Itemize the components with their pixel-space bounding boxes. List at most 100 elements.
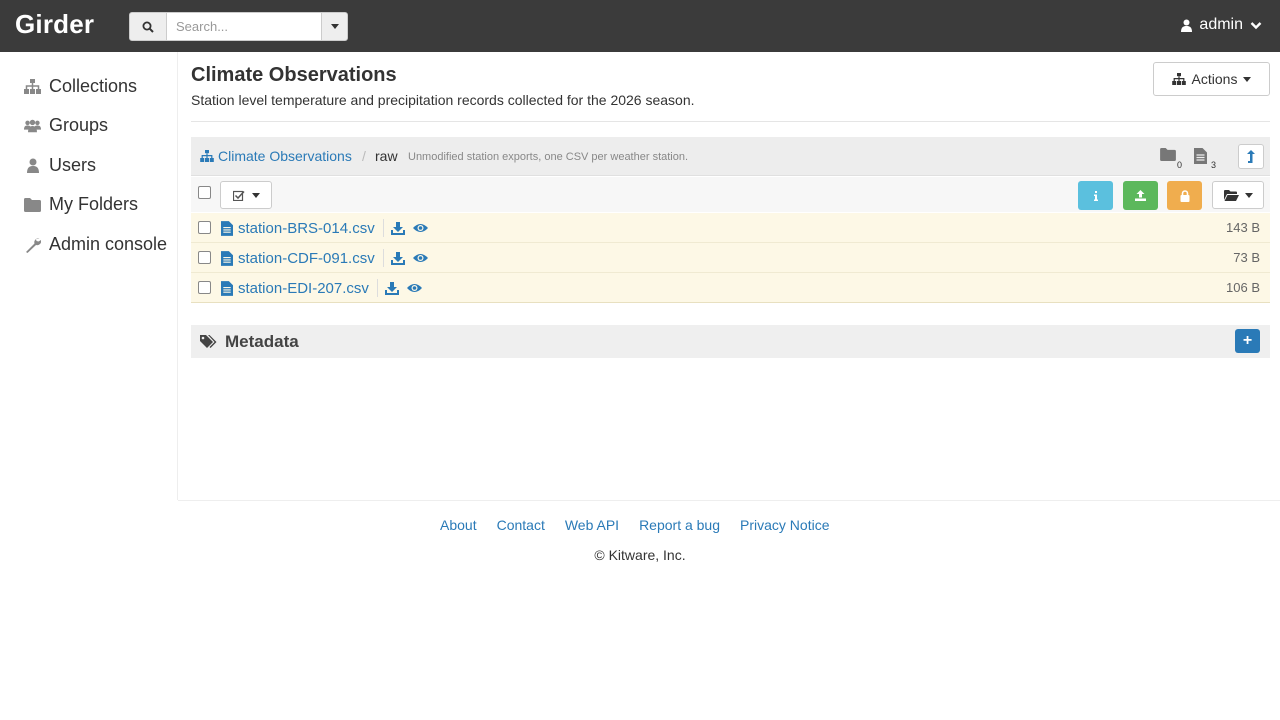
access-control-button[interactable]	[1167, 181, 1202, 210]
top-navbar: Girder admin	[0, 0, 1280, 52]
footer-link-contact[interactable]: Contact	[497, 517, 545, 533]
item-count: 3	[1194, 148, 1216, 170]
sidebar-item-label: Users	[49, 155, 97, 175]
footer-link-privacy[interactable]: Privacy Notice	[740, 517, 829, 533]
sidebar-item-admin-console[interactable]: Admin console	[24, 234, 167, 255]
page-description: Station level temperature and precipitat…	[191, 92, 695, 108]
eye-icon[interactable]	[412, 223, 428, 233]
search-group	[129, 12, 348, 41]
chevron-down-icon	[251, 192, 260, 198]
user-menu[interactable]: admin	[1181, 16, 1262, 34]
copyright: © Kitware, Inc.	[594, 547, 686, 563]
sidebar: Collections Groups Users My Folders Admi…	[0, 52, 178, 500]
folder-icon	[24, 197, 41, 212]
select-all-checkbox[interactable]	[198, 186, 211, 199]
folder-info-button[interactable]	[1078, 181, 1113, 210]
search-icon	[142, 21, 154, 33]
item-link[interactable]: station-EDI-207.csv	[221, 279, 422, 297]
item-list: station-BRS-014.csv 143 B station-CDF-09…	[191, 213, 1270, 303]
metadata-heading: Metadata	[200, 332, 299, 352]
footer-divider	[178, 500, 1280, 501]
actions-label: Actions	[1191, 71, 1238, 87]
subfolder-count: 0	[1160, 148, 1182, 170]
chevron-down-icon	[1244, 192, 1253, 198]
breadcrumb-separator: /	[362, 148, 366, 164]
folder-description: Unmodified station exports, one CSV per …	[408, 151, 689, 163]
sidebar-item-label: Collections	[49, 76, 138, 96]
item-actions	[376, 279, 422, 297]
checked-actions-dropdown[interactable]	[220, 181, 272, 209]
item-link[interactable]: station-BRS-014.csv	[221, 219, 428, 237]
chevron-down-icon	[1243, 76, 1252, 82]
sidebar-item-groups[interactable]: Groups	[24, 115, 108, 136]
item-checkbox[interactable]	[198, 281, 211, 294]
chevron-down-icon	[330, 24, 339, 29]
sidebar-item-label: Admin console	[49, 234, 168, 254]
lock-icon	[1180, 189, 1189, 202]
subfolder-count-value: 0	[1176, 160, 1182, 170]
users-icon	[24, 119, 41, 132]
sitemap-icon	[24, 79, 41, 94]
folder-actions-dropdown[interactable]	[1212, 181, 1264, 209]
item-checkbox[interactable]	[198, 251, 211, 264]
user-icon	[26, 158, 39, 173]
download-icon[interactable]	[390, 221, 405, 235]
list-item: station-BRS-014.csv 143 B	[191, 213, 1270, 243]
list-item: station-CDF-091.csv 73 B	[191, 243, 1270, 273]
add-metadata-button[interactable]: +	[1235, 329, 1260, 353]
page-title: Climate Observations	[191, 64, 397, 86]
item-name: station-EDI-207.csv	[238, 279, 369, 297]
search-mode-dropdown[interactable]	[321, 12, 348, 41]
folder-toolbar	[191, 177, 1270, 212]
folder-open-icon	[1223, 189, 1239, 201]
item-checkbox[interactable]	[198, 221, 211, 234]
username-label: admin	[1199, 16, 1243, 33]
file-icon	[1194, 148, 1207, 164]
footer-link-web-api[interactable]: Web API	[565, 517, 619, 533]
metadata-panel: Metadata +	[191, 325, 1270, 358]
file-text-icon	[221, 250, 233, 266]
user-icon	[1181, 19, 1193, 32]
upload-icon	[1135, 190, 1146, 201]
sidebar-item-my-folders[interactable]: My Folders	[24, 194, 138, 215]
folder-icon	[1160, 148, 1176, 161]
item-size: 73 B	[1233, 250, 1260, 265]
wrench-icon	[25, 237, 41, 253]
eye-icon[interactable]	[412, 253, 428, 263]
chevron-down-icon	[1250, 21, 1262, 29]
download-icon[interactable]	[384, 281, 399, 295]
search-button[interactable]	[129, 12, 167, 41]
breadcrumb-root-link[interactable]: Climate Observations	[200, 148, 352, 164]
eye-icon[interactable]	[406, 283, 422, 293]
info-icon	[1093, 190, 1098, 201]
breadcrumb-root-label: Climate Observations	[218, 148, 352, 164]
footer-link-about[interactable]: About	[440, 517, 477, 533]
sidebar-item-label: Groups	[49, 115, 109, 135]
item-count-value: 3	[1210, 160, 1216, 170]
folder-counts: 0 3	[1160, 148, 1216, 170]
brand-logo[interactable]: Girder	[15, 9, 94, 40]
parent-folder-button[interactable]	[1238, 144, 1264, 169]
breadcrumb: Climate Observations / raw Unmodified st…	[191, 137, 1270, 176]
item-actions	[382, 219, 428, 237]
item-size: 143 B	[1226, 220, 1260, 235]
item-size: 106 B	[1226, 280, 1260, 295]
breadcrumb-current: raw	[375, 148, 398, 164]
item-actions	[382, 249, 428, 267]
file-text-icon	[221, 280, 233, 296]
check-square-icon	[232, 190, 245, 201]
footer-links: About Contact Web API Report a bug Priva…	[440, 517, 829, 533]
sidebar-item-users[interactable]: Users	[24, 155, 96, 176]
sitemap-icon	[1171, 73, 1186, 85]
sidebar-item-collections[interactable]: Collections	[24, 76, 137, 97]
metadata-title: Metadata	[225, 332, 299, 351]
download-icon[interactable]	[390, 251, 405, 265]
sitemap-icon	[200, 150, 214, 162]
upload-button[interactable]	[1123, 181, 1158, 210]
footer-link-report-bug[interactable]: Report a bug	[639, 517, 720, 533]
search-input[interactable]	[167, 12, 321, 41]
item-name: station-CDF-091.csv	[238, 249, 375, 267]
item-link[interactable]: station-CDF-091.csv	[221, 249, 428, 267]
level-up-icon	[1247, 150, 1255, 163]
actions-button[interactable]: Actions	[1153, 62, 1270, 96]
